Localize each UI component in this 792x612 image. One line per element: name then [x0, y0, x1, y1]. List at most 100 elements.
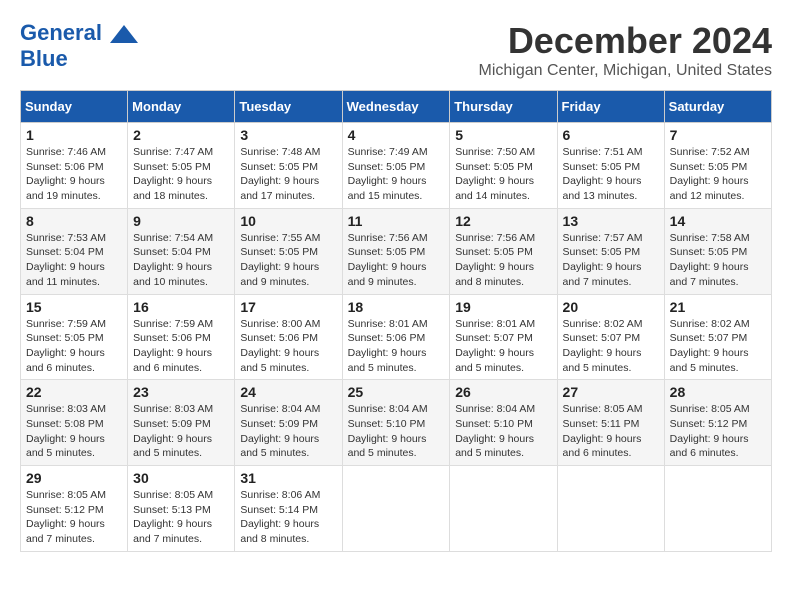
day-cell: 22 Sunrise: 8:03 AMSunset: 5:08 PMDayligh…: [21, 380, 128, 466]
day-cell: 2 Sunrise: 7:47 AMSunset: 5:05 PMDaylight…: [128, 123, 235, 209]
day-info: Sunrise: 7:57 AMSunset: 5:05 PMDaylight:…: [563, 231, 659, 290]
day-info: Sunrise: 7:56 AMSunset: 5:05 PMDaylight:…: [455, 231, 551, 290]
week-row-2: 8 Sunrise: 7:53 AMSunset: 5:04 PMDaylight…: [21, 208, 772, 294]
day-info: Sunrise: 7:53 AMSunset: 5:04 PMDaylight:…: [26, 231, 122, 290]
day-cell: 26Sunrise: 8:04 AMSunset: 5:10 PMDayligh…: [450, 380, 557, 466]
day-number: 10: [240, 213, 336, 229]
logo-icon: [110, 25, 138, 43]
day-number: 20: [563, 299, 659, 315]
day-number: 11: [348, 213, 445, 229]
logo-bottom: Blue: [20, 46, 68, 72]
day-number: 31: [240, 470, 336, 486]
header-thursday: Thursday: [450, 91, 557, 123]
calendar-title: December 2024: [479, 20, 772, 62]
day-info: Sunrise: 8:06 AMSunset: 5:14 PMDaylight:…: [240, 488, 336, 547]
header-wednesday: Wednesday: [342, 91, 450, 123]
day-info: Sunrise: 7:51 AMSunset: 5:05 PMDaylight:…: [563, 145, 659, 204]
day-number: 13: [563, 213, 659, 229]
day-number: 26: [455, 384, 551, 400]
calendar-subtitle: Michigan Center, Michigan, United States: [479, 62, 772, 80]
day-info: Sunrise: 7:47 AMSunset: 5:05 PMDaylight:…: [133, 145, 229, 204]
day-number: 4: [348, 127, 445, 143]
day-cell: 25 Sunrise: 8:04 AMSunset: 5:10 PMDayligh…: [342, 380, 450, 466]
header-saturday: Saturday: [664, 91, 771, 123]
day-cell: 12 Sunrise: 7:56 AMSunset: 5:05 PMDayligh…: [450, 208, 557, 294]
day-cell: [450, 466, 557, 552]
page-header: General Blue December 2024 Michigan Cent…: [20, 20, 772, 80]
calendar-header-row: SundayMondayTuesdayWednesdayThursdayFrid…: [21, 91, 772, 123]
day-info: Sunrise: 7:56 AMSunset: 5:05 PMDaylight:…: [348, 231, 445, 290]
title-section: December 2024 Michigan Center, Michigan,…: [479, 20, 772, 80]
day-number: 16: [133, 299, 229, 315]
day-cell: 28 Sunrise: 8:05 AMSunset: 5:12 PMDayligh…: [664, 380, 771, 466]
week-row-1: 1Sunrise: 7:46 AMSunset: 5:06 PMDaylight…: [21, 123, 772, 209]
day-number: 3: [240, 127, 336, 143]
day-info: Sunrise: 7:54 AMSunset: 5:04 PMDaylight:…: [133, 231, 229, 290]
day-number: 19: [455, 299, 551, 315]
day-info: Sunrise: 8:02 AMSunset: 5:07 PMDaylight:…: [563, 317, 659, 376]
day-cell: [342, 466, 450, 552]
header-tuesday: Tuesday: [235, 91, 342, 123]
day-cell: 21 Sunrise: 8:02 AMSunset: 5:07 PMDayligh…: [664, 294, 771, 380]
day-cell: 1Sunrise: 7:46 AMSunset: 5:06 PMDaylight…: [21, 123, 128, 209]
day-info: Sunrise: 8:05 AMSunset: 5:13 PMDaylight:…: [133, 488, 229, 547]
day-cell: 31 Sunrise: 8:06 AMSunset: 5:14 PMDayligh…: [235, 466, 342, 552]
day-cell: 18 Sunrise: 8:01 AMSunset: 5:06 PMDayligh…: [342, 294, 450, 380]
day-cell: 29 Sunrise: 8:05 AMSunset: 5:12 PMDayligh…: [21, 466, 128, 552]
day-cell: 15Sunrise: 7:59 AMSunset: 5:05 PMDayligh…: [21, 294, 128, 380]
header-friday: Friday: [557, 91, 664, 123]
day-info: Sunrise: 8:04 AMSunset: 5:09 PMDaylight:…: [240, 402, 336, 461]
day-number: 18: [348, 299, 445, 315]
day-cell: 7 Sunrise: 7:52 AMSunset: 5:05 PMDaylight…: [664, 123, 771, 209]
day-info: Sunrise: 7:55 AMSunset: 5:05 PMDaylight:…: [240, 231, 336, 290]
day-cell: 4 Sunrise: 7:49 AMSunset: 5:05 PMDaylight…: [342, 123, 450, 209]
day-number: 12: [455, 213, 551, 229]
day-number: 2: [133, 127, 229, 143]
logo-text: General: [20, 20, 138, 46]
day-cell: 27Sunrise: 8:05 AMSunset: 5:11 PMDayligh…: [557, 380, 664, 466]
day-cell: 17Sunrise: 8:00 AMSunset: 5:06 PMDayligh…: [235, 294, 342, 380]
week-row-4: 22 Sunrise: 8:03 AMSunset: 5:08 PMDayligh…: [21, 380, 772, 466]
day-info: Sunrise: 7:50 AMSunset: 5:05 PMDaylight:…: [455, 145, 551, 204]
day-cell: 3 Sunrise: 7:48 AMSunset: 5:05 PMDaylight…: [235, 123, 342, 209]
day-cell: 13 Sunrise: 7:57 AMSunset: 5:05 PMDayligh…: [557, 208, 664, 294]
day-cell: 24Sunrise: 8:04 AMSunset: 5:09 PMDayligh…: [235, 380, 342, 466]
day-info: Sunrise: 8:05 AMSunset: 5:12 PMDaylight:…: [26, 488, 122, 547]
day-number: 21: [670, 299, 766, 315]
day-cell: [664, 466, 771, 552]
day-cell: 23 Sunrise: 8:03 AMSunset: 5:09 PMDayligh…: [128, 380, 235, 466]
day-number: 23: [133, 384, 229, 400]
day-info: Sunrise: 7:49 AMSunset: 5:05 PMDaylight:…: [348, 145, 445, 204]
day-cell: 5Sunrise: 7:50 AMSunset: 5:05 PMDaylight…: [450, 123, 557, 209]
day-number: 8: [26, 213, 122, 229]
day-info: Sunrise: 8:03 AMSunset: 5:08 PMDaylight:…: [26, 402, 122, 461]
day-cell: 6Sunrise: 7:51 AMSunset: 5:05 PMDaylight…: [557, 123, 664, 209]
day-number: 7: [670, 127, 766, 143]
day-number: 28: [670, 384, 766, 400]
day-cell: 20 Sunrise: 8:02 AMSunset: 5:07 PMDayligh…: [557, 294, 664, 380]
header-monday: Monday: [128, 91, 235, 123]
day-info: Sunrise: 7:52 AMSunset: 5:05 PMDaylight:…: [670, 145, 766, 204]
day-info: Sunrise: 8:01 AMSunset: 5:07 PMDaylight:…: [455, 317, 551, 376]
day-info: Sunrise: 8:01 AMSunset: 5:06 PMDaylight:…: [348, 317, 445, 376]
calendar-table: SundayMondayTuesdayWednesdayThursdayFrid…: [20, 90, 772, 552]
day-info: Sunrise: 7:46 AMSunset: 5:06 PMDaylight:…: [26, 145, 122, 204]
day-info: Sunrise: 8:04 AMSunset: 5:10 PMDaylight:…: [348, 402, 445, 461]
day-info: Sunrise: 7:48 AMSunset: 5:05 PMDaylight:…: [240, 145, 336, 204]
day-cell: 19 Sunrise: 8:01 AMSunset: 5:07 PMDayligh…: [450, 294, 557, 380]
day-number: 17: [240, 299, 336, 315]
day-number: 15: [26, 299, 122, 315]
day-number: 27: [563, 384, 659, 400]
day-cell: [557, 466, 664, 552]
day-number: 22: [26, 384, 122, 400]
day-number: 29: [26, 470, 122, 486]
day-info: Sunrise: 7:58 AMSunset: 5:05 PMDaylight:…: [670, 231, 766, 290]
week-row-5: 29 Sunrise: 8:05 AMSunset: 5:12 PMDayligh…: [21, 466, 772, 552]
day-number: 25: [348, 384, 445, 400]
day-cell: 30 Sunrise: 8:05 AMSunset: 5:13 PMDayligh…: [128, 466, 235, 552]
day-info: Sunrise: 8:05 AMSunset: 5:12 PMDaylight:…: [670, 402, 766, 461]
day-number: 30: [133, 470, 229, 486]
week-row-3: 15Sunrise: 7:59 AMSunset: 5:05 PMDayligh…: [21, 294, 772, 380]
day-info: Sunrise: 8:02 AMSunset: 5:07 PMDaylight:…: [670, 317, 766, 376]
day-info: Sunrise: 8:03 AMSunset: 5:09 PMDaylight:…: [133, 402, 229, 461]
